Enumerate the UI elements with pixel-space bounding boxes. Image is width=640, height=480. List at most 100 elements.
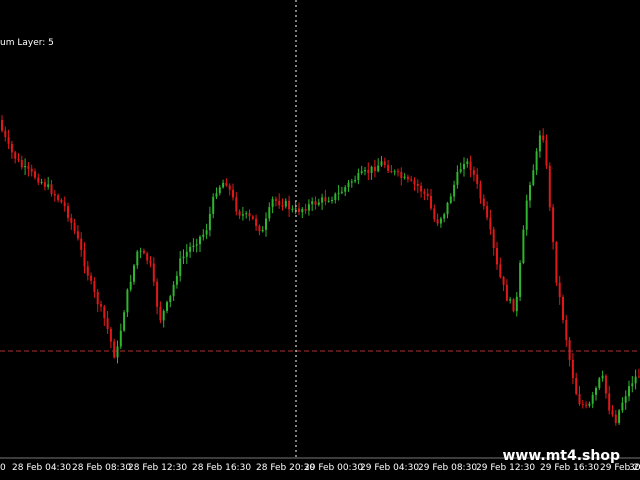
candle-body <box>47 184 50 187</box>
time-tick-label: 28 Feb 08:30 <box>72 463 131 473</box>
candle-body <box>192 245 195 247</box>
candle-body <box>241 214 244 216</box>
candle-body <box>631 383 634 387</box>
candle-body <box>479 183 482 199</box>
candle-body <box>598 378 601 388</box>
candle-body <box>156 281 159 307</box>
candle-body <box>136 251 139 266</box>
candle-body <box>199 236 201 245</box>
candle-body <box>208 213 211 231</box>
candle-body <box>20 160 23 168</box>
candle-body <box>185 251 188 257</box>
candle-body <box>578 394 581 405</box>
candle-body <box>162 310 165 321</box>
candle-body <box>133 265 135 282</box>
candle-body <box>195 244 198 246</box>
candle-body <box>123 312 126 331</box>
candle-body <box>34 171 36 178</box>
candle-body <box>387 165 390 171</box>
candle-body <box>228 185 231 190</box>
candle-body <box>251 216 254 219</box>
candle-body <box>142 250 145 254</box>
watermark-text: www.mt4.shop <box>502 448 620 464</box>
candle-body <box>291 208 294 210</box>
candle-body <box>400 172 403 178</box>
candle-body <box>202 234 205 237</box>
candle-body <box>314 201 317 205</box>
candle-body <box>532 170 535 185</box>
candle-body <box>255 218 258 226</box>
candle-body <box>604 375 607 394</box>
candle-body <box>146 253 149 261</box>
candle-body <box>538 135 541 152</box>
candle-body <box>410 179 413 181</box>
candle-body <box>298 208 300 212</box>
candle-body <box>119 330 122 347</box>
candle-body <box>50 184 53 194</box>
candle-body <box>271 199 274 208</box>
candle-body <box>367 170 370 173</box>
candle-body <box>245 213 248 215</box>
candle-body <box>416 184 419 186</box>
candle-body <box>370 166 373 173</box>
price-chart[interactable]: 28 Feb 04:30 28 Feb 08:3028 Feb 12:30 28 F… <box>0 0 640 480</box>
candle-body <box>499 264 502 277</box>
candle-body <box>571 359 574 378</box>
candle-body <box>93 280 96 292</box>
candle-body <box>430 196 432 209</box>
candle-body <box>509 299 512 301</box>
candle-body <box>542 135 545 141</box>
candle-body <box>126 289 129 313</box>
candle-body <box>595 388 597 395</box>
candle-body <box>63 202 66 207</box>
candle-body <box>166 302 168 311</box>
candle-body <box>294 208 297 210</box>
candle-body <box>258 226 261 232</box>
candle-body <box>403 176 406 178</box>
candle-body <box>152 263 155 282</box>
candle-body <box>40 182 43 183</box>
candle-body <box>70 217 73 223</box>
candle-body <box>393 171 396 173</box>
candle-body <box>505 284 508 301</box>
candle-body <box>268 207 271 219</box>
time-tick-label: 28 Feb 12:30 <box>128 463 187 473</box>
candle-body <box>426 193 429 197</box>
candle-body <box>519 263 522 297</box>
candle-body <box>57 195 60 200</box>
time-tick-label: 28 Feb 04:30 <box>12 463 71 473</box>
candle-body <box>129 281 132 290</box>
time-tick-label: 28 Feb 16:30 <box>192 463 251 473</box>
candle-body <box>380 161 383 166</box>
candle-body <box>565 320 568 341</box>
candle-body <box>383 161 386 166</box>
candle-body <box>179 258 182 276</box>
time-tick-label: 29 Feb 04:30 <box>360 463 419 473</box>
candle-body <box>17 158 20 161</box>
candle-body <box>614 414 617 423</box>
time-tick-label-fragment: 30 <box>629 463 640 473</box>
candle-body <box>261 229 264 232</box>
candle-body <box>545 140 548 166</box>
candle-body <box>562 297 564 320</box>
candle-body <box>327 200 330 202</box>
candle-body <box>169 296 172 303</box>
candle-body <box>420 185 423 192</box>
candle-body <box>340 191 343 193</box>
chart-background <box>0 0 640 480</box>
candle-body <box>7 137 10 144</box>
candle-body <box>215 193 218 197</box>
candle-body <box>522 229 525 263</box>
candle-body <box>413 180 416 184</box>
candle-body <box>446 202 449 215</box>
candle-body <box>591 394 594 404</box>
candle-body <box>459 169 462 172</box>
candle-body <box>373 166 376 172</box>
candle-body <box>301 209 304 213</box>
candle-body <box>175 275 178 285</box>
candle-body <box>624 396 627 403</box>
candle-body <box>27 166 30 169</box>
candle-body <box>43 182 46 187</box>
candle-body <box>486 206 489 218</box>
candle-body <box>274 199 277 201</box>
